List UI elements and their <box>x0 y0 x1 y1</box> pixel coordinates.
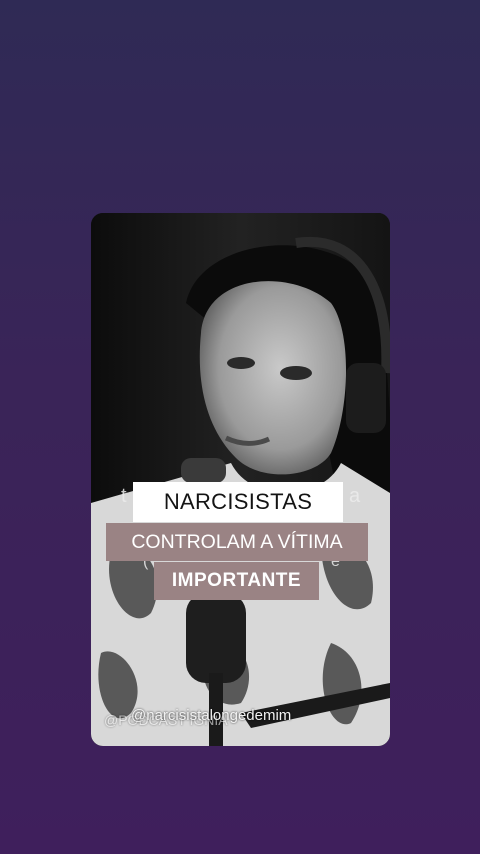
background-caption-fragment: t <box>121 485 127 507</box>
video-player[interactable]: t a ( e NARCISISTAS CONTROLAM A VÍTIMA I… <box>91 213 390 746</box>
caption-line-2: CONTROLAM A VÍTIMA <box>106 523 368 561</box>
caption-line-3: IMPORTANTE <box>154 562 319 600</box>
channel-watermark: @narcisistalongedemim <box>131 707 292 724</box>
background-caption-fragment: a <box>349 485 361 507</box>
video-frame-image <box>91 213 390 746</box>
caption-line-1: NARCISISTAS <box>133 482 343 522</box>
